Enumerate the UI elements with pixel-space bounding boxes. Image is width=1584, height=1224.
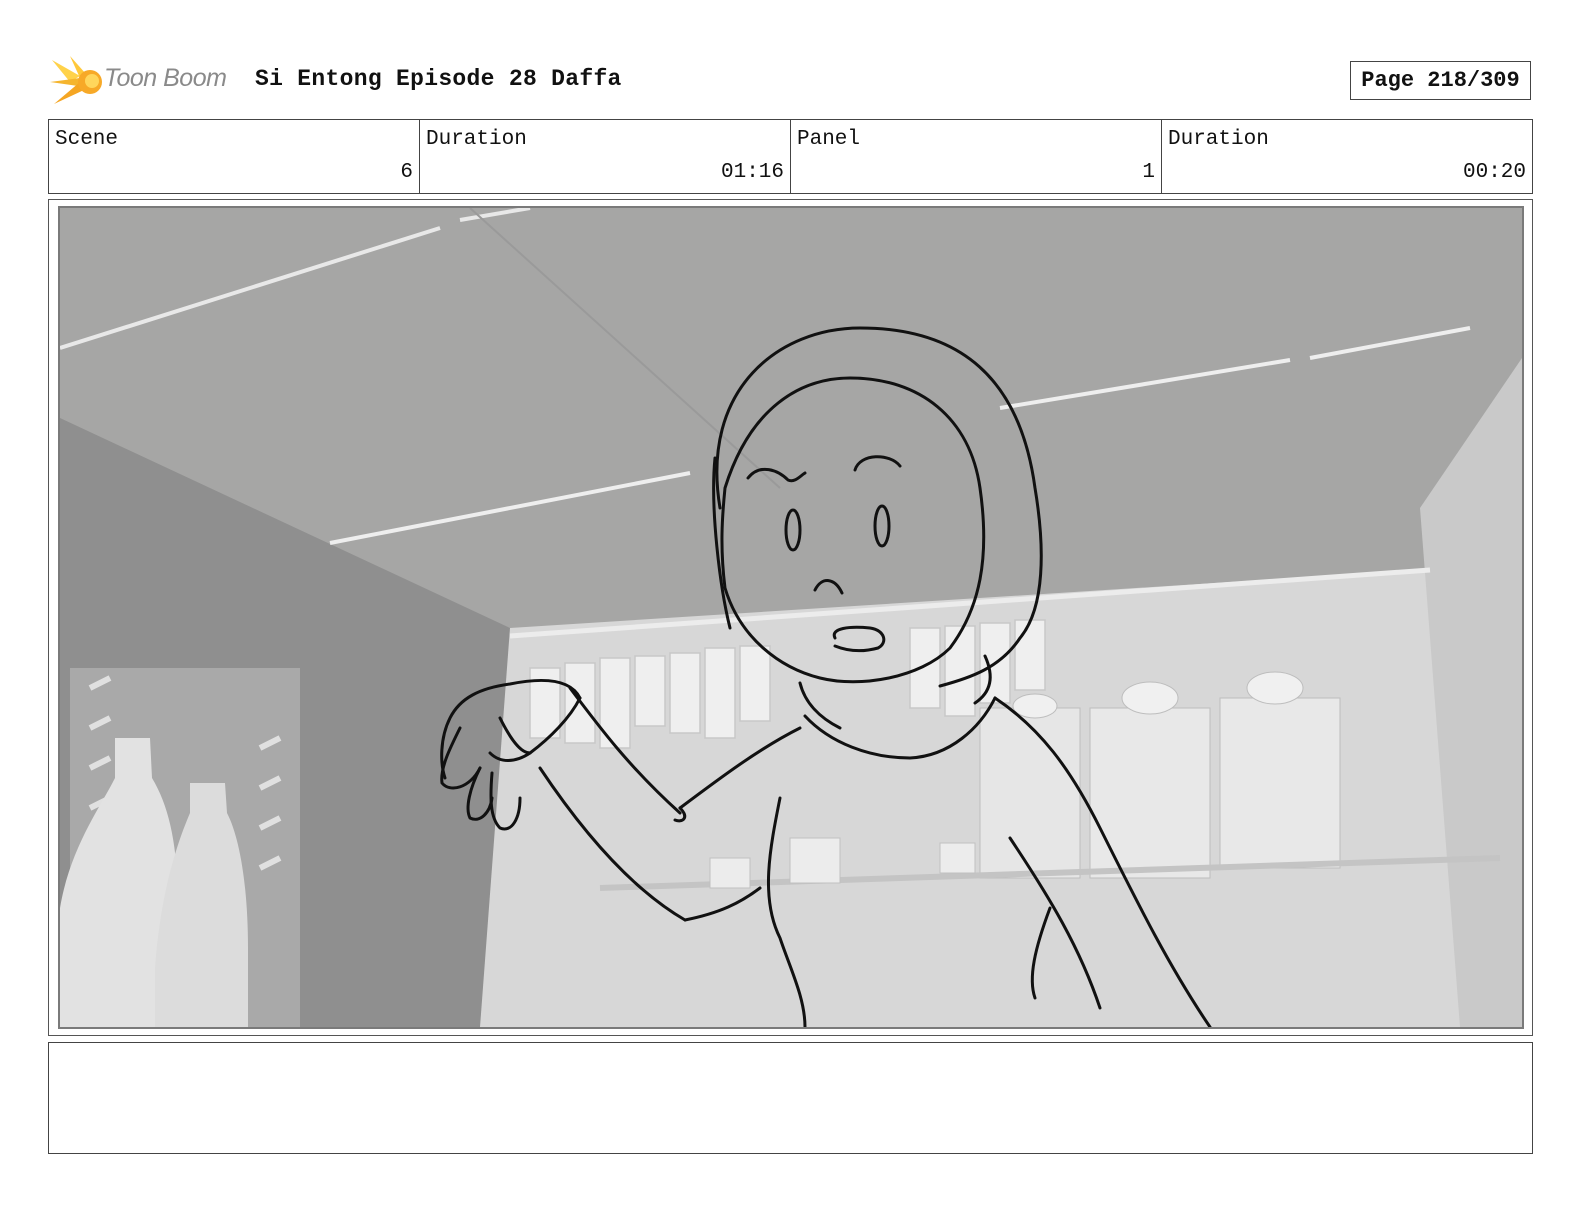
panel-duration-cell: Duration 00:20 bbox=[1162, 120, 1532, 193]
panel-notes-box[interactable] bbox=[48, 1042, 1533, 1154]
scene-label: Scene bbox=[55, 128, 119, 151]
panel-value: 1 bbox=[1142, 161, 1155, 184]
panel-label: Panel bbox=[797, 128, 861, 151]
panel-image bbox=[58, 206, 1524, 1029]
scene-duration-value: 01:16 bbox=[720, 161, 784, 184]
page-indicator: Page 218/309 bbox=[1350, 61, 1531, 100]
logo-wordmark: Toon Boom bbox=[104, 64, 227, 92]
scene-cell: Scene 6 bbox=[49, 120, 420, 193]
panel-duration-label: Duration bbox=[1168, 128, 1269, 151]
scene-duration-cell: Duration 01:16 bbox=[420, 120, 791, 193]
storyboard-sketch bbox=[60, 208, 1522, 1027]
scene-value: 6 bbox=[400, 161, 413, 184]
storyboard-title: Si Entong Episode 28 Daffa bbox=[255, 66, 622, 92]
burst-icon bbox=[50, 56, 102, 104]
scene-duration-label: Duration bbox=[426, 128, 527, 151]
panel-cell: Panel 1 bbox=[791, 120, 1162, 193]
scene-info-table: Scene 6 Duration 01:16 Panel 1 Duration … bbox=[48, 119, 1533, 194]
panel-duration-value: 00:20 bbox=[1462, 161, 1526, 184]
